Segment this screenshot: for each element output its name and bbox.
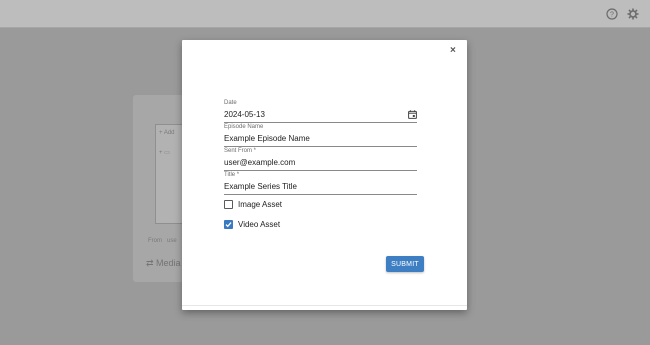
background-list-item: + ▭ <box>159 150 170 156</box>
episode-name-label: Episode Name <box>224 124 264 130</box>
date-field[interactable]: Date 2024-05-13 <box>224 99 417 123</box>
calendar-icon[interactable] <box>408 110 417 119</box>
asset-modal: × Date 2024-05-13 Episode Name Example E… <box>182 40 467 310</box>
date-input[interactable]: 2024-05-13 <box>224 107 417 123</box>
svg-text:?: ? <box>610 11 614 18</box>
date-label: Date <box>224 100 237 106</box>
app-topbar: ? <box>0 0 650 28</box>
date-value: 2024-05-13 <box>224 110 265 119</box>
sent-from-input[interactable]: user@example.com <box>224 155 417 171</box>
close-icon[interactable]: × <box>450 45 456 56</box>
sent-from-field[interactable]: Sent From * user@example.com <box>224 147 417 171</box>
submit-button[interactable]: SUBMIT <box>386 256 424 272</box>
help-icon[interactable]: ? <box>606 8 618 20</box>
episode-name-field[interactable]: Episode Name Example Episode Name <box>224 123 417 147</box>
image-asset-checkbox[interactable] <box>224 200 233 209</box>
video-asset-label: Video Asset <box>238 220 281 229</box>
video-asset-checkbox[interactable] <box>224 220 233 229</box>
title-input[interactable]: Example Series Title <box>224 179 417 195</box>
gear-icon[interactable] <box>627 8 639 20</box>
image-asset-label: Image Asset <box>238 200 283 209</box>
video-asset-option[interactable]: Video Asset <box>224 220 280 229</box>
episode-name-input[interactable]: Example Episode Name <box>224 131 417 147</box>
background-from: From use <box>148 238 177 244</box>
check-icon <box>225 222 232 228</box>
sent-from-label: Sent From * <box>224 148 257 154</box>
title-field[interactable]: Title * Example Series Title <box>224 171 417 195</box>
image-asset-option[interactable]: Image Asset <box>224 200 282 209</box>
background-add-item: + Add <box>159 130 175 136</box>
title-label: Title * <box>224 172 240 178</box>
modal-footer-divider <box>182 305 467 306</box>
